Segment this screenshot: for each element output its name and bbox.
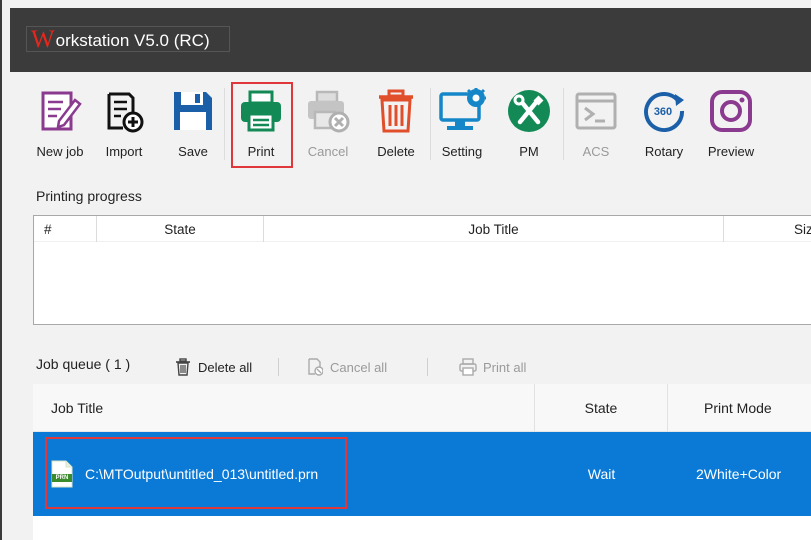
print-all-label: Print all: [483, 359, 527, 375]
app-window: W orkstation V5.0 (RC) New job Import Sa…: [0, 0, 811, 540]
title-initial: W: [31, 25, 55, 53]
toolbar-separator: [563, 88, 564, 160]
job-state-cell: Wait: [587, 466, 616, 482]
new-job-label: New job: [36, 144, 84, 159]
import-button[interactable]: Import: [98, 86, 150, 166]
save-label: Save: [178, 144, 208, 159]
main-toolbar: New job Import Save Print Cancel Delete …: [10, 72, 811, 170]
camera-icon: [706, 86, 756, 136]
setting-label: Setting: [441, 144, 483, 159]
cancel-print-icon: [303, 86, 353, 136]
column-header-print-mode[interactable]: Print Mode: [668, 384, 811, 432]
print-all-button[interactable]: Print all: [459, 356, 526, 378]
trash-icon: [174, 358, 192, 376]
acs-button[interactable]: ACS: [570, 86, 622, 166]
terminal-icon: [571, 86, 621, 136]
trash-icon: [371, 86, 421, 136]
rotate-360-icon: 360: [639, 86, 689, 136]
column-header-number[interactable]: #: [34, 216, 97, 242]
job-queue-label: Job queue ( 1 ): [36, 356, 131, 372]
preview-button[interactable]: Preview: [704, 86, 758, 166]
job-queue-toolbar: Job queue ( 1 ) Delete all Cancel all Pr…: [33, 352, 811, 380]
rotary-label: Rotary: [644, 144, 684, 159]
printing-progress-label: Printing progress: [36, 188, 142, 204]
new-job-icon: [35, 86, 85, 136]
column-header-size[interactable]: Size: [724, 216, 811, 242]
setting-button[interactable]: Setting: [434, 86, 490, 166]
queue-separator: [278, 358, 279, 376]
cancel-button[interactable]: Cancel: [302, 86, 354, 166]
cancel-all-label: Cancel all: [330, 359, 388, 375]
cancel-all-button[interactable]: Cancel all: [306, 356, 387, 378]
cancel-file-icon: [306, 358, 324, 376]
job-print-mode-cell: 2White+Color: [696, 466, 782, 482]
preview-label: Preview: [707, 144, 755, 159]
title-bar: W orkstation V5.0 (RC): [10, 8, 811, 72]
progress-table-header: # State Job Title Size: [34, 216, 811, 242]
column-header-state[interactable]: State: [97, 216, 264, 242]
column-header-job-title[interactable]: Job Title: [33, 384, 535, 432]
job-row-highlight-box: [45, 437, 347, 509]
import-icon: [99, 86, 149, 136]
toolbar-separator: [430, 88, 431, 160]
tools-icon: [504, 86, 554, 136]
cancel-label: Cancel: [307, 144, 349, 159]
window-title: W orkstation V5.0 (RC): [26, 26, 230, 52]
column-header-state[interactable]: State: [535, 384, 668, 432]
new-job-button[interactable]: New job: [32, 86, 88, 166]
svg-text:360: 360: [654, 106, 672, 118]
delete-all-button[interactable]: Delete all: [174, 356, 252, 378]
import-label: Import: [105, 144, 143, 159]
monitor-gear-icon: [437, 86, 487, 136]
delete-button[interactable]: Delete: [370, 86, 422, 166]
delete-label: Delete: [377, 144, 415, 159]
save-icon: [168, 86, 218, 136]
job-table-header: Job Title State Print Mode: [33, 384, 811, 432]
pm-button[interactable]: PM: [504, 86, 554, 166]
save-button[interactable]: Save: [167, 86, 219, 166]
title-text: orkstation V5.0 (RC): [55, 30, 210, 50]
printer-icon: [459, 358, 477, 376]
queue-separator: [427, 358, 428, 376]
rotary-button[interactable]: 360 Rotary: [638, 86, 690, 166]
delete-all-label: Delete all: [198, 359, 253, 375]
toolbar-separator: [224, 88, 225, 160]
print-highlight-box: [231, 82, 293, 168]
column-header-job-title[interactable]: Job Title: [264, 216, 724, 242]
printing-progress-table: # State Job Title Size: [33, 215, 811, 325]
pm-label: PM: [519, 144, 539, 159]
acs-label: ACS: [582, 144, 610, 159]
